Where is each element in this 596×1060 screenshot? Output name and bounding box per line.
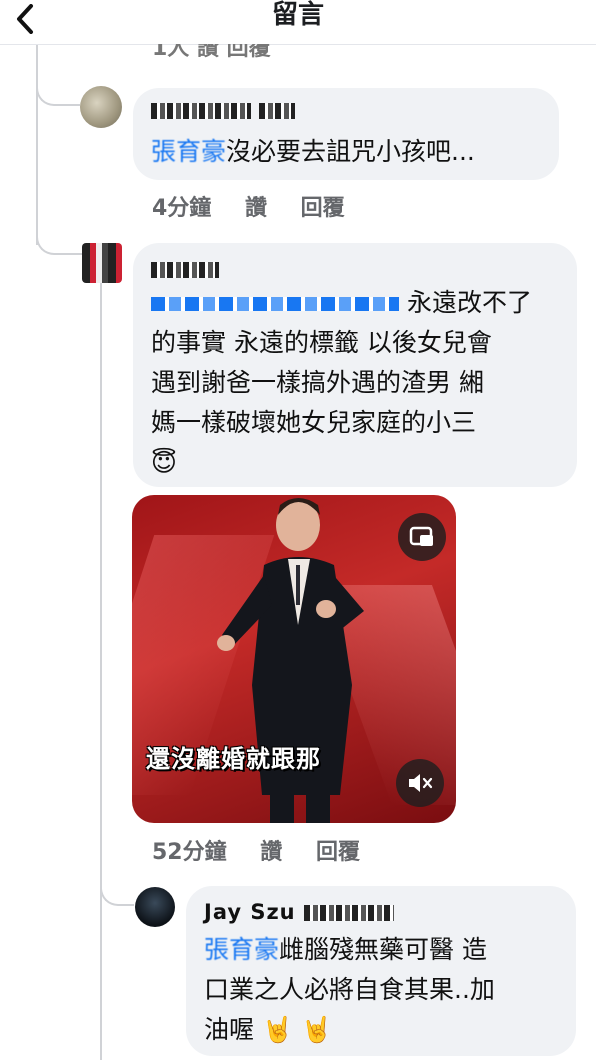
comment-author[interactable]: Jay Szu bbox=[204, 900, 394, 924]
comment-bubble: Jay Szu 張育豪雌腦殘無藥可醫 造 口業之人必將自食其果..加 油喔 🤘 … bbox=[186, 886, 576, 1056]
comment-meta: 52分鐘 讚 回覆 bbox=[152, 834, 386, 866]
reply-button[interactable]: 回覆 bbox=[301, 196, 345, 221]
redacted-name bbox=[259, 103, 296, 119]
previous-comment-meta: 1人 讚 回覆 bbox=[152, 44, 271, 58]
thread-line bbox=[100, 280, 102, 1060]
sign-of-horns-emoji: 🤘 🤘 bbox=[261, 1015, 333, 1044]
comment-text: 永遠改不了 的事實 永遠的標籤 以後女兒會 遇到謝爸一樣搞外遇的渣男 緗 媽一樣… bbox=[151, 283, 571, 483]
comment-time: 52分鐘 bbox=[152, 840, 227, 865]
redacted-name bbox=[151, 262, 219, 278]
comment-text: 張育豪沒必要去詛咒小孩吧... bbox=[151, 137, 475, 166]
comment-bubble: 永遠改不了 的事實 永遠的標籤 以後女兒會 遇到謝爸一樣搞外遇的渣男 緗 媽一樣… bbox=[133, 243, 577, 487]
video-caption: 還沒離婚就跟那 bbox=[146, 745, 321, 773]
page-title: 留言 bbox=[271, 0, 324, 30]
thread-connector bbox=[36, 60, 80, 106]
speaker-muted-icon bbox=[409, 774, 433, 792]
comment-meta: 4分鐘 讚 回覆 bbox=[152, 190, 371, 222]
smiling-angel-emoji: 😇 bbox=[151, 448, 178, 477]
comment-author[interactable] bbox=[151, 257, 219, 281]
reply-button[interactable]: 回覆 bbox=[316, 840, 360, 865]
mute-button[interactable] bbox=[396, 759, 444, 807]
comment-bubble: 張育豪沒必要去詛咒小孩吧... bbox=[133, 88, 559, 180]
thread-connector bbox=[100, 880, 134, 906]
avatar[interactable] bbox=[80, 86, 122, 128]
picture-in-picture-icon bbox=[409, 526, 433, 546]
comment-text: 張育豪雌腦殘無藥可醫 造 口業之人必將自食其果..加 油喔 🤘 🤘 bbox=[204, 935, 495, 1044]
avatar[interactable] bbox=[135, 887, 175, 927]
video-player[interactable]: 還沒離婚就跟那 bbox=[132, 495, 456, 823]
like-button[interactable]: 讚 bbox=[260, 840, 282, 865]
picture-in-picture-button[interactable] bbox=[398, 513, 446, 561]
like-button[interactable]: 讚 bbox=[245, 196, 267, 221]
avatar[interactable] bbox=[82, 243, 122, 283]
redacted-name bbox=[151, 103, 251, 119]
mention-link[interactable] bbox=[151, 297, 399, 311]
header-bar: 留言 bbox=[0, 0, 596, 45]
comment-time: 4分鐘 bbox=[152, 196, 212, 221]
mention-link[interactable]: 張育豪 bbox=[151, 137, 226, 166]
mention-link[interactable]: 張育豪 bbox=[204, 935, 279, 964]
redacted-name bbox=[303, 905, 394, 921]
comment-author[interactable] bbox=[151, 98, 296, 122]
